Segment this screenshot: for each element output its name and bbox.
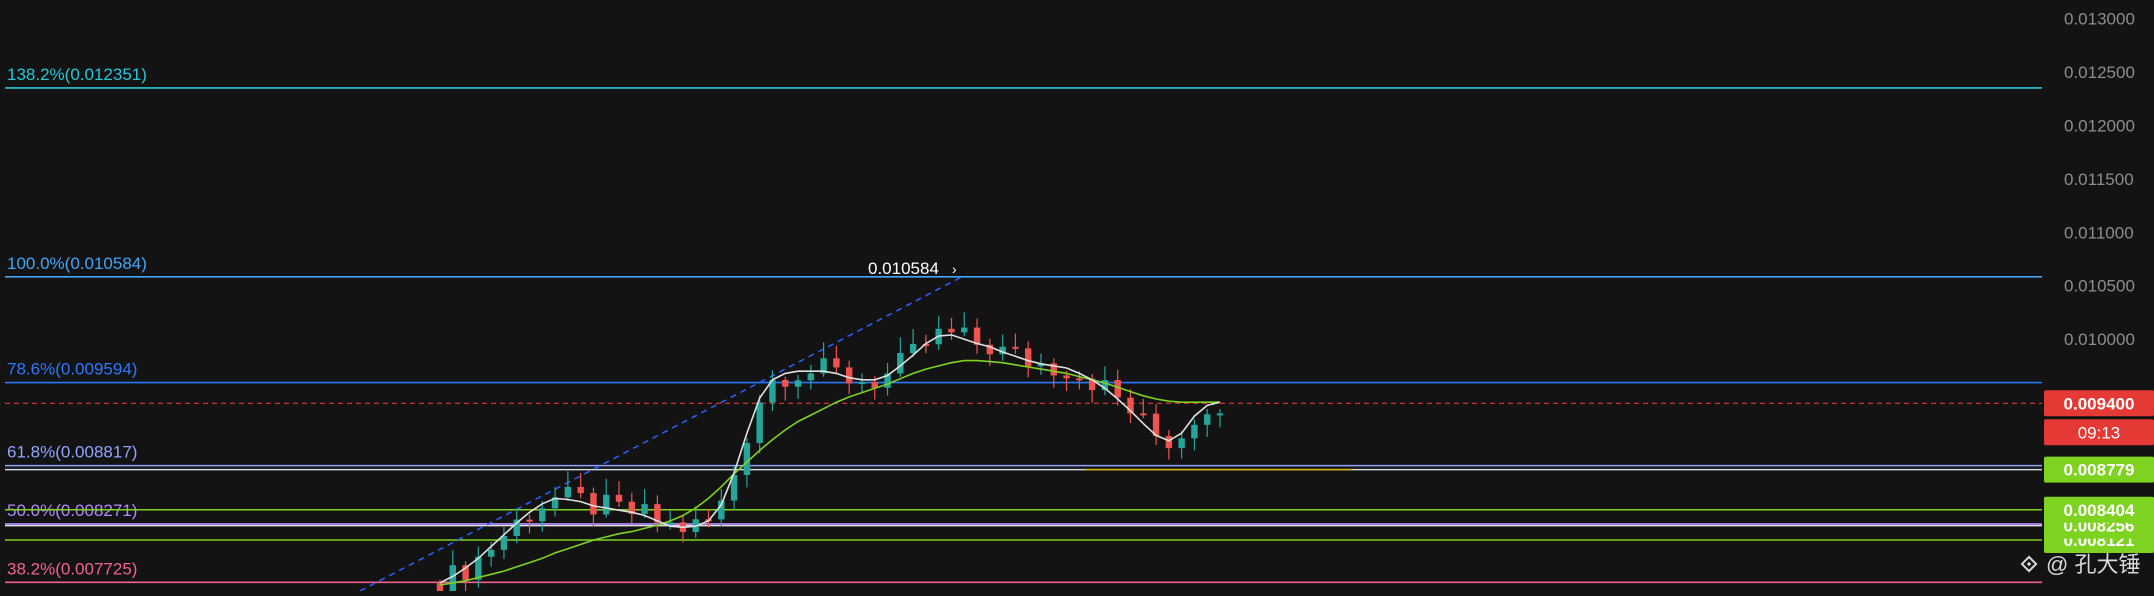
- countdown-badge: 09:13: [2078, 423, 2121, 442]
- current-price-badge: 0.009400: [2064, 394, 2135, 413]
- candle-body: [641, 504, 648, 514]
- fib-level-label: 78.6%(0.009594): [7, 360, 137, 379]
- candle-body: [590, 493, 597, 515]
- price-tick-label: 0.013000: [2064, 10, 2135, 29]
- candle-body: [794, 380, 802, 387]
- candle-body: [500, 536, 508, 550]
- candle-body: [1216, 413, 1224, 416]
- candle-body: [756, 402, 763, 443]
- arrow-right-icon: ›: [952, 261, 957, 277]
- candle-body: [782, 379, 789, 387]
- price-badges: 0.0081210.0082560.0084040.0087790.009400…: [2044, 390, 2154, 554]
- price-tick-label: 0.010500: [2064, 277, 2135, 296]
- candle-body: [539, 508, 546, 522]
- candle-body: [858, 381, 866, 384]
- candle-body: [1076, 378, 1083, 381]
- candle-body: [577, 486, 584, 494]
- price-tick-label: 0.011000: [2064, 223, 2134, 242]
- fib-level-label: 38.2%(0.007725): [7, 559, 137, 578]
- price-tick-label: 0.010000: [2064, 330, 2135, 349]
- candle-body: [666, 522, 674, 525]
- candle-body: [909, 343, 917, 354]
- candle-body: [1012, 346, 1019, 349]
- candle-body: [603, 494, 610, 515]
- price-badge: 0.008404: [2064, 501, 2135, 520]
- candle-body: [1178, 438, 1185, 449]
- candle-body: [1191, 424, 1198, 439]
- candlestick-chart[interactable]: 138.2%(0.012351) 100.0%(0.010584) 78.6%(0.…: [0, 0, 2154, 596]
- candle-body: [487, 549, 495, 557]
- fib-level-label: 138.2%(0.012351): [7, 65, 147, 84]
- high-marker-label: 0.010584: [868, 259, 939, 278]
- candle-body: [845, 367, 853, 384]
- chart-stage[interactable]: 138.2%(0.012351) 100.0%(0.010584) 78.6%(0.…: [0, 0, 2154, 596]
- price-badge: 0.008779: [2064, 461, 2135, 480]
- candle-body: [833, 358, 840, 368]
- candle-body: [1165, 436, 1173, 449]
- watermark-text: @ 孔大锤: [2046, 552, 2140, 577]
- price-tick-label: 0.012000: [2064, 116, 2135, 135]
- candle-body: [1024, 348, 1032, 367]
- candle-body: [1140, 413, 1147, 416]
- candle-body: [615, 494, 623, 502]
- candle-body: [1204, 414, 1211, 425]
- candle-body: [526, 519, 533, 522]
- price-tick-label: 0.011500: [2064, 170, 2134, 189]
- candle-body: [961, 327, 968, 333]
- candle-body: [948, 328, 955, 333]
- price-tick-label: 0.012500: [2064, 63, 2135, 82]
- candle-body: [807, 373, 815, 381]
- candle-body: [1063, 375, 1070, 379]
- fib-level-label: 100.0%(0.010584): [7, 254, 147, 273]
- candle-body: [743, 442, 751, 475]
- fib-level-label: 61.8%(0.008817): [7, 443, 137, 462]
- candle-body: [564, 486, 572, 498]
